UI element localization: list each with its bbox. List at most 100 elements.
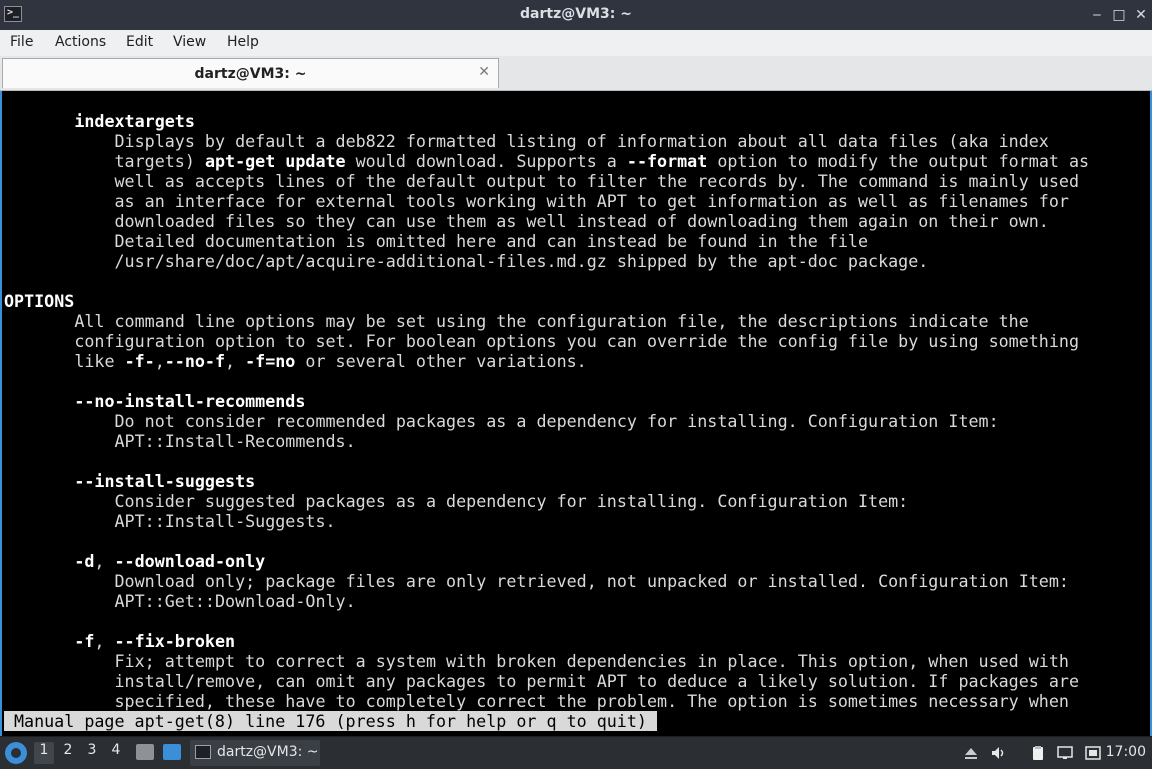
terminal-line: --no-install-recommends bbox=[4, 391, 305, 411]
terminal-text-segment: like bbox=[4, 351, 125, 371]
workspace-2[interactable]: 2 bbox=[58, 742, 78, 764]
window-titlebar: >_ dartz@VM3: ~ ‒ □ ✕ bbox=[0, 0, 1152, 30]
menu-help[interactable]: Help bbox=[227, 34, 259, 50]
terminal-line: -f, --fix-broken bbox=[4, 631, 235, 651]
terminal-text-segment: Displays by default a deb822 formatted l… bbox=[4, 131, 1049, 151]
close-button[interactable]: ✕ bbox=[1132, 6, 1150, 24]
terminal-line: downloaded files so they can use them as… bbox=[4, 211, 1049, 231]
terminal-text-segment: , bbox=[154, 351, 165, 371]
terminal-text-segment: /usr/share/doc/apt/acquire-additional-fi… bbox=[4, 251, 929, 271]
taskbar: 1 2 3 4 dartz@VM3: ~ 17:00 bbox=[0, 736, 1152, 769]
terminal-line: configuration option to set. For boolean… bbox=[4, 331, 1079, 351]
network-icon[interactable] bbox=[1057, 745, 1073, 761]
terminal-line: All command line options may be set usin… bbox=[4, 311, 1029, 331]
clipboard-icon[interactable] bbox=[1030, 745, 1046, 761]
terminal-text-segment: --no-install-recommends bbox=[74, 391, 306, 411]
terminal-text-segment: -f=no bbox=[245, 351, 296, 371]
terminal-line: specified, these have to completely corr… bbox=[4, 691, 1069, 711]
terminal-text-segment: Consider suggested packages as a depende… bbox=[4, 491, 909, 511]
workspace-4[interactable]: 4 bbox=[106, 742, 126, 764]
terminal-text-segment: Detailed documentation is omitted here a… bbox=[4, 231, 869, 251]
terminal-line: OPTIONS bbox=[4, 291, 74, 311]
terminal-text-segment: --install-suggests bbox=[74, 471, 256, 491]
tab-close-icon[interactable]: ✕ bbox=[478, 64, 490, 80]
menu-view[interactable]: View bbox=[173, 34, 206, 50]
terminal-line: Fix; attempt to correct a system with br… bbox=[4, 651, 1069, 671]
terminal-text-segment: option to modify the output format as bbox=[707, 151, 1090, 171]
terminal-line: like -f-,--no-f, -f=no or several other … bbox=[4, 351, 587, 371]
minimize-button[interactable]: ‒ bbox=[1088, 6, 1106, 24]
terminal-text-segment: well as accepts lines of the default out… bbox=[4, 171, 1080, 191]
terminal-text-segment: --format bbox=[626, 151, 708, 171]
terminal-text-segment: -d bbox=[74, 551, 95, 571]
show-desktop-icon[interactable] bbox=[163, 744, 181, 760]
terminal-text-segment: , bbox=[94, 631, 115, 651]
terminal-line: Download only; package files are only re… bbox=[4, 571, 1069, 591]
terminal-text-segment: Download only; package files are only re… bbox=[4, 571, 1069, 591]
tab-bar: dartz@VM3: ~ ✕ bbox=[0, 56, 1152, 91]
window-title: dartz@VM3: ~ bbox=[520, 6, 632, 22]
terminal-line: APT::Install-Suggests. bbox=[4, 511, 336, 531]
terminal-text-segment: APT::Install-Recommends. bbox=[4, 431, 356, 451]
terminal-line: APT::Install-Recommends. bbox=[4, 431, 356, 451]
terminal-text-segment: -f- bbox=[124, 351, 155, 371]
terminal-line: --install-suggests bbox=[4, 471, 255, 491]
taskbar-task-terminal[interactable]: dartz@VM3: ~ bbox=[190, 740, 320, 766]
terminal-text-segment: --no-f bbox=[164, 351, 226, 371]
start-menu-icon[interactable] bbox=[5, 742, 27, 764]
terminal-text-segment: , bbox=[94, 551, 115, 571]
terminal-line: targets) apt-get update would download. … bbox=[4, 151, 1090, 171]
terminal-line: Detailed documentation is omitted here a… bbox=[4, 231, 869, 251]
terminal-text-segment: -f bbox=[74, 631, 95, 651]
menu-bar: File Actions Edit View Help bbox=[0, 30, 1152, 57]
terminal-text-segment: as an interface for external tools worki… bbox=[4, 191, 1069, 211]
terminal-text-segment: install/remove, can omit any packages to… bbox=[4, 671, 1080, 691]
menu-file[interactable]: File bbox=[10, 34, 33, 50]
workspace-3[interactable]: 3 bbox=[82, 742, 102, 764]
maximize-button[interactable]: □ bbox=[1110, 6, 1128, 24]
terminal-text-segment: downloaded files so they can use them as… bbox=[4, 211, 1049, 231]
terminal-line: /usr/share/doc/apt/acquire-additional-fi… bbox=[4, 251, 929, 271]
clock: 17:00 bbox=[1105, 744, 1146, 760]
terminal-text-segment: configuration option to set. For boolean… bbox=[4, 331, 1079, 351]
tab-terminal[interactable]: dartz@VM3: ~ ✕ bbox=[2, 58, 499, 88]
terminal-text-segment: apt-get update bbox=[204, 151, 346, 171]
notification-icon[interactable] bbox=[1085, 745, 1101, 761]
pager-status-line: Manual page apt-get(8) line 176 (press h… bbox=[4, 711, 657, 731]
terminal-line: Consider suggested packages as a depende… bbox=[4, 491, 909, 511]
task-label: dartz@VM3: ~ bbox=[217, 744, 319, 760]
terminal-line: -d, --download-only bbox=[4, 551, 265, 571]
file-manager-icon[interactable] bbox=[136, 744, 154, 760]
volume-icon[interactable] bbox=[991, 745, 1007, 761]
terminal-line: as an interface for external tools worki… bbox=[4, 191, 1069, 211]
terminal-line: Do not consider recommended packages as … bbox=[4, 411, 999, 431]
terminal-text-segment: --download-only bbox=[114, 551, 266, 571]
terminal-text-segment: targets) bbox=[4, 151, 205, 171]
menu-actions[interactable]: Actions bbox=[55, 34, 106, 50]
terminal-task-icon bbox=[195, 745, 211, 759]
workspace-1[interactable]: 1 bbox=[34, 742, 54, 764]
terminal-text-segment: --fix-broken bbox=[114, 631, 236, 651]
terminal-line: well as accepts lines of the default out… bbox=[4, 171, 1080, 191]
terminal-line: install/remove, can omit any packages to… bbox=[4, 671, 1080, 691]
terminal-text-segment: specified, these have to completely corr… bbox=[4, 691, 1069, 711]
terminal-line: indextargets bbox=[4, 111, 195, 131]
terminal-text-segment: or several other variations. bbox=[295, 351, 587, 371]
terminal-text-segment: OPTIONS bbox=[4, 291, 75, 311]
tab-label: dartz@VM3: ~ bbox=[194, 66, 307, 82]
terminal-output[interactable]: indextargets Displays by default a deb82… bbox=[0, 91, 1152, 736]
terminal-text-segment: All command line options may be set usin… bbox=[4, 311, 1029, 331]
terminal-text-segment: APT::Get::Download-Only. bbox=[4, 591, 356, 611]
terminal-text-segment: Do not consider recommended packages as … bbox=[4, 411, 999, 431]
terminal-text-segment: Fix; attempt to correct a system with br… bbox=[4, 651, 1069, 671]
terminal-text-segment: APT::Install-Suggests. bbox=[4, 511, 336, 531]
terminal-text-segment: , bbox=[225, 351, 246, 371]
removable-media-icon[interactable] bbox=[963, 745, 979, 761]
terminal-line: Displays by default a deb822 formatted l… bbox=[4, 131, 1049, 151]
menu-edit[interactable]: Edit bbox=[126, 34, 153, 50]
